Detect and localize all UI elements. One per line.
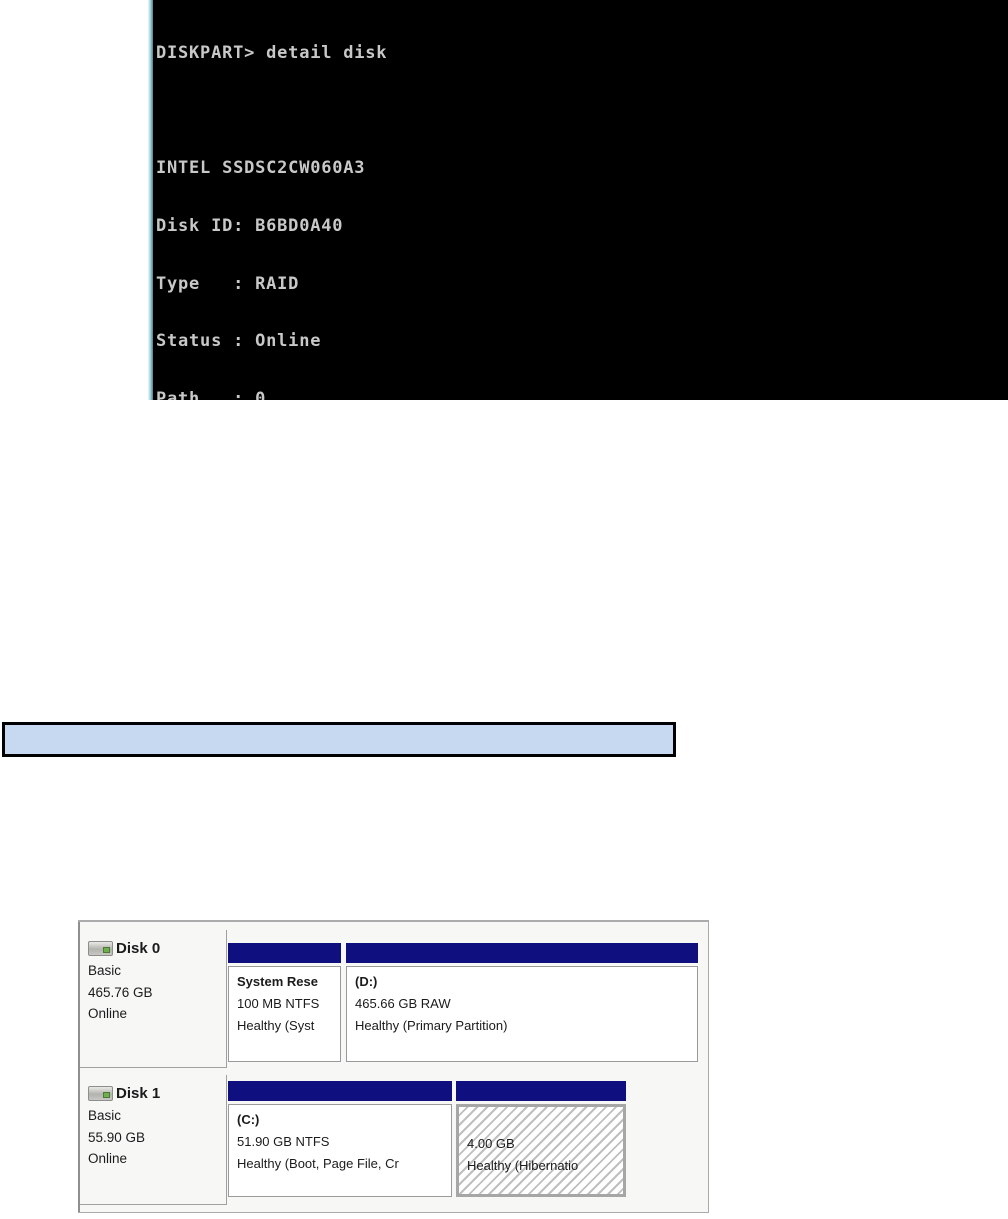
terminal-line: DISKPART> detail disk [156,45,1008,63]
disk1-partition2[interactable]: 4.00 GB Healthy (Hibernatio [456,1104,626,1197]
terminal-line: INTEL SSDSC2CW060A3 [156,160,1008,178]
partition-health: Healthy (Syst [237,1015,340,1037]
partition-size: 465.66 GB RAW [355,993,697,1015]
disk-size: 465.76 GB [88,982,220,1004]
partition-health: Healthy (Primary Partition) [355,1015,697,1037]
disk-kind: Basic [88,1105,220,1127]
console-output: DISKPART> detail disk INTEL SSDSC2CW060A… [156,5,1008,400]
partition-health: Healthy (Boot, Page File, Cr [237,1153,451,1175]
disk-status: Online [88,1003,220,1025]
disk-name: Disk 1 [116,1085,160,1102]
disk0-partition2-header [346,943,698,963]
terminal-line [156,103,1008,121]
disk0-partition1[interactable]: System Rese 100 MB NTFS Healthy (Syst [228,966,341,1062]
terminal-line: Status : Online [156,333,1008,351]
disk-status: Online [88,1148,220,1170]
panel-border-bottom [78,1212,709,1213]
partition-health: Healthy (Hibernatio [467,1155,623,1177]
diskpart-console-window[interactable]: DISKPART> detail disk INTEL SSDSC2CW060A… [148,0,1008,400]
disk-name: Disk 0 [116,940,160,957]
disk0-info-cell[interactable]: Disk 0 Basic 465.76 GB Online [80,930,227,1068]
disk-size: 55.90 GB [88,1127,220,1149]
partition-size: 100 MB NTFS [237,993,340,1015]
panel-border-top [78,920,709,922]
partition-size: 4.00 GB [467,1133,623,1155]
disk1-partition1-header [228,1081,452,1101]
disk1-partition1[interactable]: (C:) 51.90 GB NTFS Healthy (Boot, Page F… [228,1104,452,1197]
disk0-partition2[interactable]: (D:) 465.66 GB RAW Healthy (Primary Part… [346,966,698,1062]
disk-icon [88,941,113,956]
disk-management-panel: Disk 0 Basic 465.76 GB Online System Res… [78,920,709,1213]
partition-label: (C:) [237,1109,451,1131]
partition-label [467,1111,623,1133]
disk-icon [88,1086,113,1101]
terminal-line: Path : 0 [156,391,1008,400]
partition-label: (D:) [355,971,697,993]
page: DISKPART> detail disk INTEL SSDSC2CW060A… [0,0,1008,1219]
terminal-line: Disk ID: B6BD0A40 [156,218,1008,236]
partition-label: System Rese [237,971,340,993]
disk-kind: Basic [88,960,220,982]
panel-border-right [708,920,709,1213]
highlighted-text-box[interactable] [2,722,676,757]
disk1-partition2-header [456,1081,626,1101]
console-window-edge [148,0,153,400]
disk0-partition1-header [228,943,341,963]
disk1-info-cell[interactable]: Disk 1 Basic 55.90 GB Online [80,1075,227,1205]
partition-size: 51.90 GB NTFS [237,1131,451,1153]
terminal-line: Type : RAID [156,276,1008,294]
